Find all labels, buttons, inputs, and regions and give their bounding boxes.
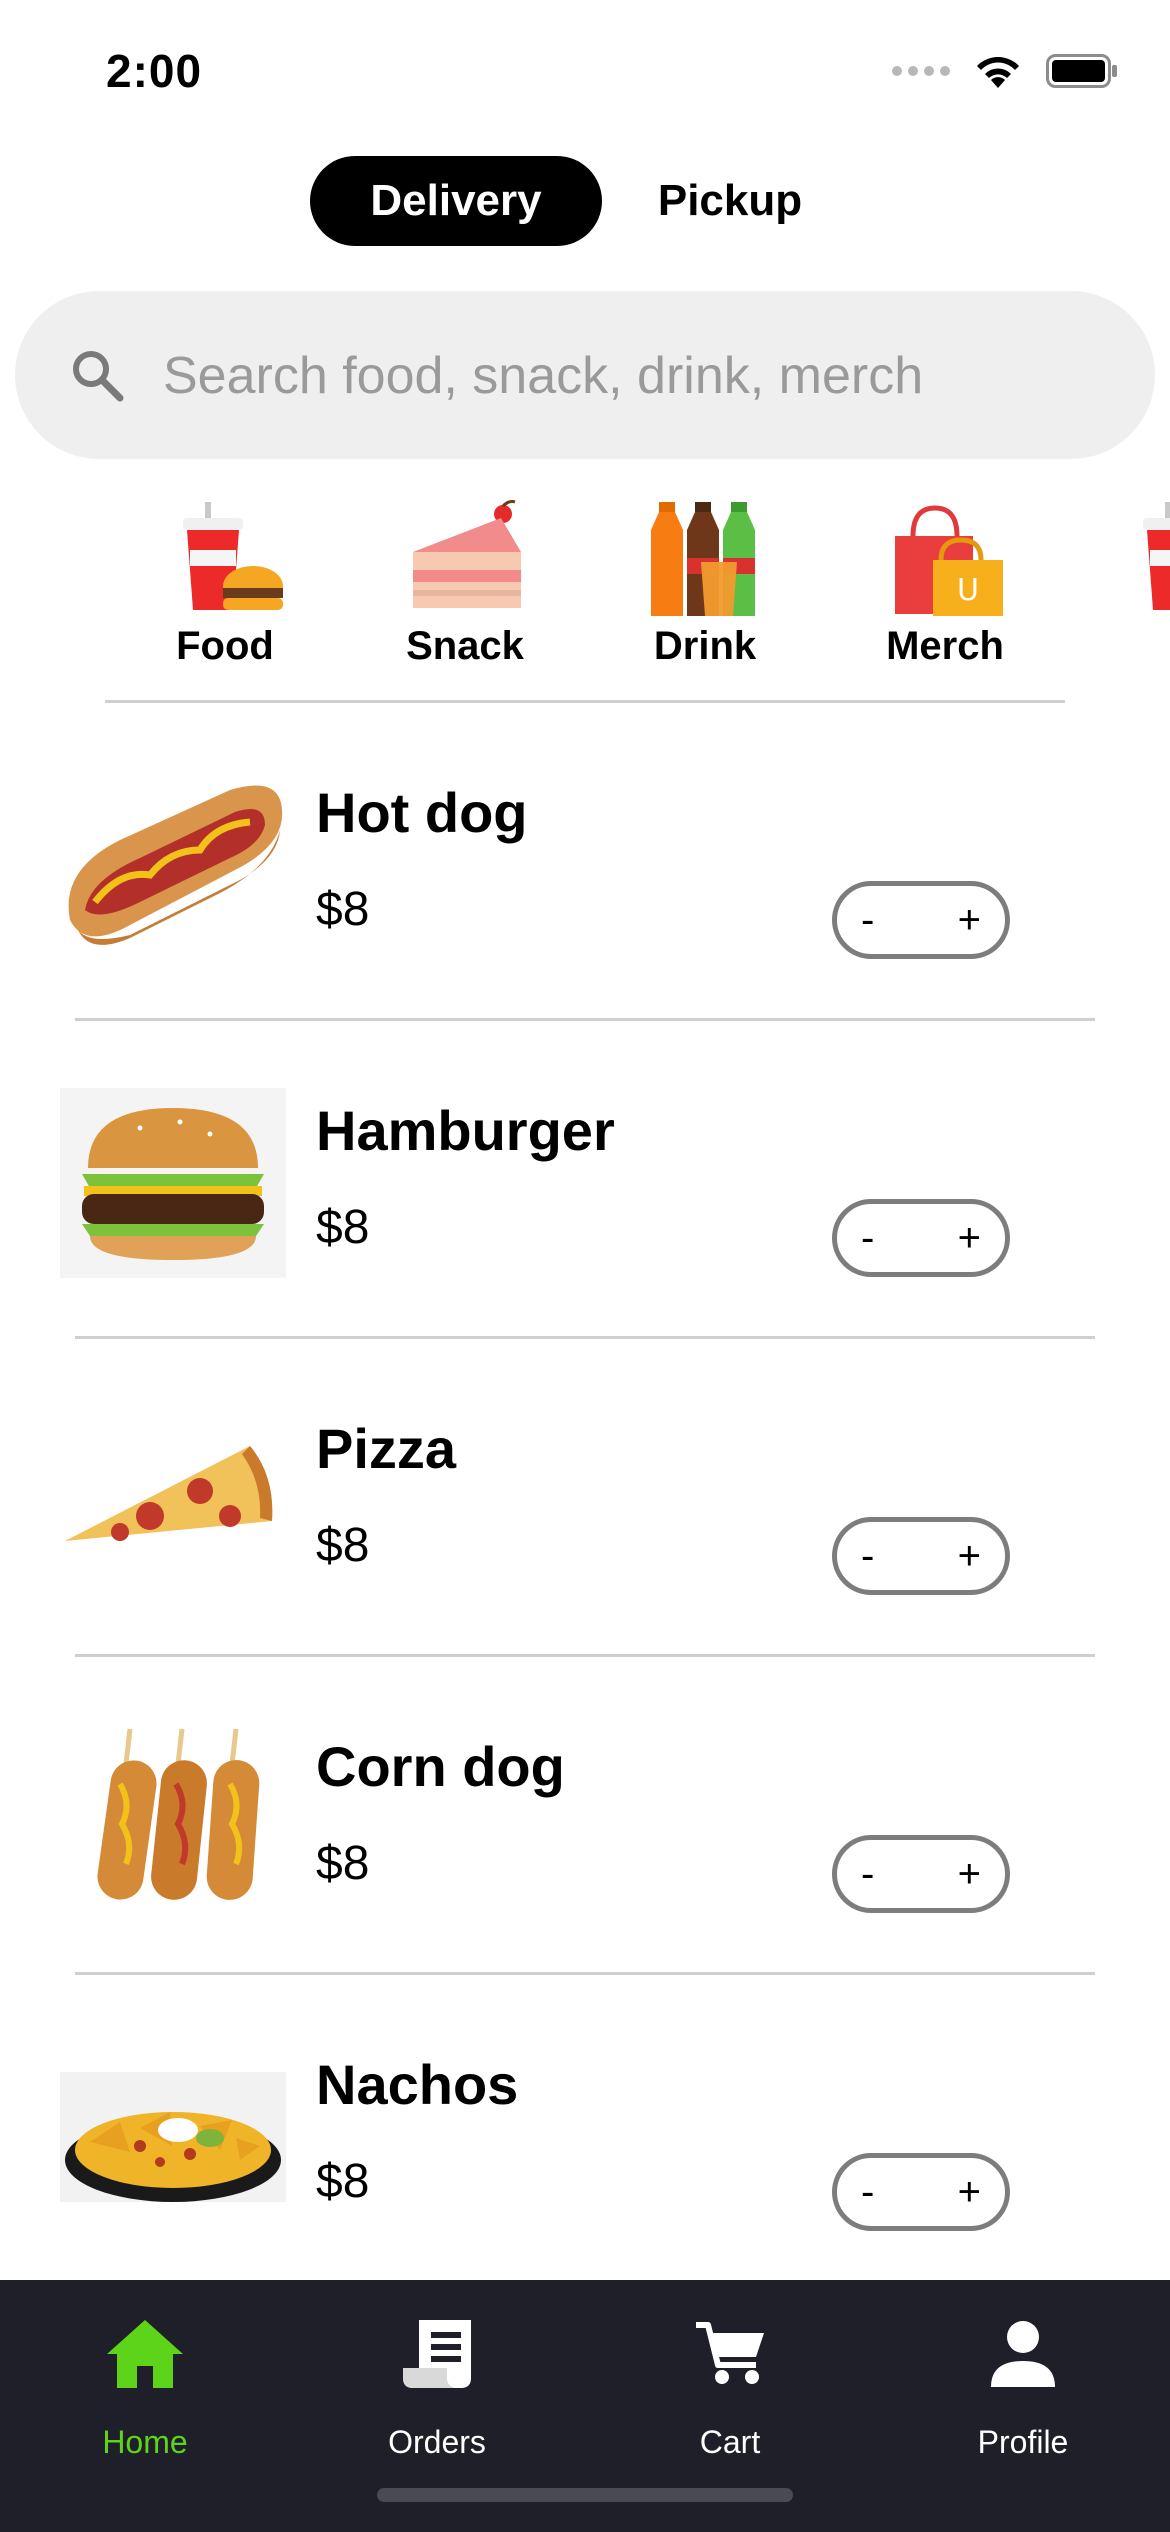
category-label: Drink xyxy=(653,624,757,668)
category-merch[interactable]: U Merch xyxy=(845,500,1045,670)
pickup-tab[interactable]: Pickup xyxy=(602,156,858,246)
search-bar[interactable] xyxy=(15,291,1155,461)
category-drink[interactable]: Drink xyxy=(605,500,805,670)
decrement-button[interactable]: - xyxy=(861,2172,874,2212)
fastfood-icon xyxy=(1125,500,1170,620)
increment-button[interactable]: + xyxy=(958,1218,981,1258)
quantity-stepper: - + xyxy=(832,1199,1010,1277)
item-divider xyxy=(75,1336,1095,1339)
category-divider xyxy=(105,700,1065,703)
quantity-stepper: - + xyxy=(832,2153,1010,2231)
category-food[interactable]: Food xyxy=(125,500,325,670)
battery-icon xyxy=(1046,54,1118,88)
home-indicator xyxy=(377,2488,793,2502)
tab-home[interactable]: Home xyxy=(35,2306,255,2461)
increment-button[interactable]: + xyxy=(958,1854,981,1894)
category-label: Snack xyxy=(406,624,524,668)
tab-label: Cart xyxy=(699,2424,761,2460)
increment-button[interactable]: + xyxy=(958,2172,981,2212)
corn-dog-image xyxy=(60,1724,286,1914)
hot-dog-image xyxy=(60,770,286,960)
increment-button[interactable]: + xyxy=(958,900,981,940)
search-icon xyxy=(69,347,125,408)
home-icon xyxy=(35,2306,255,2402)
cake-icon xyxy=(405,500,525,620)
person-icon xyxy=(913,2306,1133,2402)
item-divider xyxy=(75,1018,1095,1021)
quantity-stepper: - + xyxy=(832,881,1010,959)
item-price: $8 xyxy=(316,1201,370,1254)
list-item[interactable]: Corn dog $8 - + xyxy=(0,1694,1170,2012)
category-label: Merch xyxy=(886,624,1004,668)
decrement-button[interactable]: - xyxy=(861,900,874,940)
quantity-stepper: - + xyxy=(832,1835,1010,1913)
item-price: $8 xyxy=(316,1519,370,1572)
item-name: Nachos xyxy=(316,2053,519,2116)
category-bar: Food Snack Drink U Merch xyxy=(0,500,1170,680)
category-label: T xyxy=(1085,624,1170,669)
cart-icon xyxy=(620,2306,840,2402)
tab-cart[interactable]: Cart xyxy=(620,2306,840,2461)
tab-label: Orders xyxy=(388,2424,486,2460)
item-price: $8 xyxy=(316,2155,370,2208)
item-name: Pizza xyxy=(316,1417,457,1480)
item-name: Hot dog xyxy=(316,781,528,844)
item-divider xyxy=(75,1654,1095,1657)
wifi-icon xyxy=(972,52,1024,90)
hamburger-image xyxy=(60,1088,286,1278)
category-snack[interactable]: Snack xyxy=(365,500,565,670)
decrement-button[interactable]: - xyxy=(861,1536,874,1576)
status-time: 2:00 xyxy=(106,45,203,97)
svg-text:U: U xyxy=(957,573,979,608)
status-icons xyxy=(892,52,1118,90)
receipt-icon xyxy=(327,2306,547,2402)
increment-button[interactable]: + xyxy=(958,1536,981,1576)
decrement-button[interactable]: - xyxy=(861,1854,874,1894)
category-partial[interactable]: T xyxy=(1085,500,1170,670)
shopping-bag-icon: U xyxy=(885,500,1005,620)
tab-orders[interactable]: Orders xyxy=(327,2306,547,2461)
list-item[interactable]: Hot dog $8 - + xyxy=(0,740,1170,1058)
list-item[interactable]: Pizza $8 - + xyxy=(0,1376,1170,1694)
signal-icon xyxy=(892,66,950,76)
item-price: $8 xyxy=(316,883,370,936)
tab-label: Home xyxy=(102,2424,188,2460)
item-price: $8 xyxy=(316,1837,370,1890)
pizza-image xyxy=(60,1406,286,1596)
decrement-button[interactable]: - xyxy=(861,1218,874,1258)
fastfood-icon xyxy=(165,500,285,620)
item-divider xyxy=(75,1972,1095,1975)
delivery-tab[interactable]: Delivery xyxy=(310,156,602,246)
item-name: Hamburger xyxy=(316,1099,615,1162)
delivery-pickup-toggle: Delivery Pickup xyxy=(310,156,858,246)
search-input[interactable] xyxy=(161,291,1125,461)
nachos-image xyxy=(60,2042,286,2232)
drinks-icon xyxy=(645,500,765,620)
quantity-stepper: - + xyxy=(832,1517,1010,1595)
item-name: Corn dog xyxy=(316,1735,565,1798)
list-item[interactable]: Hamburger $8 - + xyxy=(0,1058,1170,1376)
category-label: Food xyxy=(176,624,274,668)
tab-label: Profile xyxy=(977,2424,1069,2460)
tab-profile[interactable]: Profile xyxy=(913,2306,1133,2461)
